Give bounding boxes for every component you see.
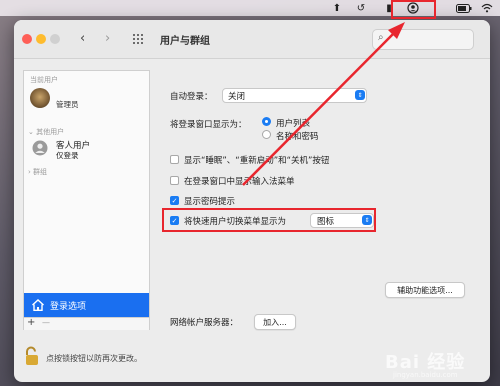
guest-user-role: 仅登录 [56,151,79,160]
search-field[interactable]: ⌕ [372,29,474,50]
display-as-label: 将登录窗口显示为： [170,120,247,130]
search-icon: ⌕ [378,32,384,43]
updown-chevron-icon: ⇕ [355,90,365,100]
auto-login-value: 关闭 [228,92,246,102]
checkbox-input-menu[interactable] [170,176,179,185]
users-sidebar: 当前用户 管理员 ⌄ 其他用户 客人用户 仅登录 › 群组 登录选项 + — [23,70,150,330]
groups-label[interactable]: › 群组 [28,167,47,177]
auto-login-label: 自动登录： [170,92,213,102]
lock-icon[interactable] [24,346,40,366]
house-icon [31,298,45,312]
add-user-button[interactable]: + [27,317,35,328]
checkbox-input-menu-label: 在登录窗口中显示输入法菜单 [184,177,295,187]
lock-hint-text: 点按锁按钮以防再次更改。 [46,354,142,363]
chevron-down-icon[interactable]: ⌄ [28,128,34,136]
accessibility-options-button[interactable]: 辅助功能选项... [385,282,465,298]
annotation-menubar-box [391,0,436,19]
guest-user-item[interactable]: 客人用户 仅登录 [24,137,149,163]
show-all-grid-icon[interactable] [132,33,144,45]
join-button[interactable]: 加入... [254,314,296,330]
radio-name-password[interactable] [262,130,271,139]
current-users-label: 当前用户 [30,76,58,84]
title-bar: ‹ › 用户与群组 ⌕ [14,20,490,59]
users-groups-window: ‹ › 用户与群组 ⌕ 当前用户 管理员 ⌄ 其他用户 客人用户 仅登录 › 群… [14,20,490,382]
other-users-label: ⌄ 其他用户 [28,127,64,137]
radio-name-password-label: 名称和密码 [276,132,319,142]
radio-user-list-label: 用户列表 [276,119,311,129]
current-user-item[interactable]: 管理员 [24,85,149,115]
annotation-highlight-box [162,208,376,232]
groups-text: 群组 [33,168,48,176]
checkbox-password-hints-label: 显示密码提示 [184,197,236,207]
sidebar-footer: + — [24,317,149,330]
avatar [30,88,50,108]
network-server-label: 网络帐户服务器： [170,318,239,328]
checkbox-password-hints[interactable]: ✓ [170,196,179,205]
zoom-button[interactable] [50,34,60,44]
checkbox-sleep-restart[interactable] [170,155,179,164]
close-button[interactable] [22,34,32,44]
minimize-button[interactable] [36,34,46,44]
auto-login-select[interactable]: 关闭 ⇕ [222,88,367,103]
back-icon[interactable]: ‹ [80,31,85,46]
login-options-label: 登录选项 [50,302,87,312]
forward-icon[interactable]: › [105,31,110,46]
wifi-icon[interactable] [480,1,494,15]
checkbox-sleep-restart-label: 显示“睡眠”、“重新启动”和“关机”按钮 [184,156,330,166]
remove-user-button[interactable]: — [42,318,50,327]
watermark-url: jingyan.baidu.com [393,371,458,379]
guest-user-icon [32,140,48,156]
time-machine-icon[interactable]: ↺ [354,1,368,15]
arrow-up-icon[interactable]: ⬆ [330,1,344,15]
current-user-role: 管理员 [56,100,79,109]
other-users-text: 其他用户 [36,128,65,136]
search-input[interactable] [391,32,471,47]
login-options-panel: 自动登录： 关闭 ⇕ 将登录窗口显示为： 用户列表 名称和密码 显示“睡眠”、“… [160,70,474,330]
battery-icon[interactable] [456,1,472,15]
chevron-right-icon[interactable]: › [28,168,31,176]
radio-user-list[interactable] [262,117,271,126]
window-title: 用户与群组 [160,36,210,47]
login-options-item[interactable]: 登录选项 [24,293,149,317]
